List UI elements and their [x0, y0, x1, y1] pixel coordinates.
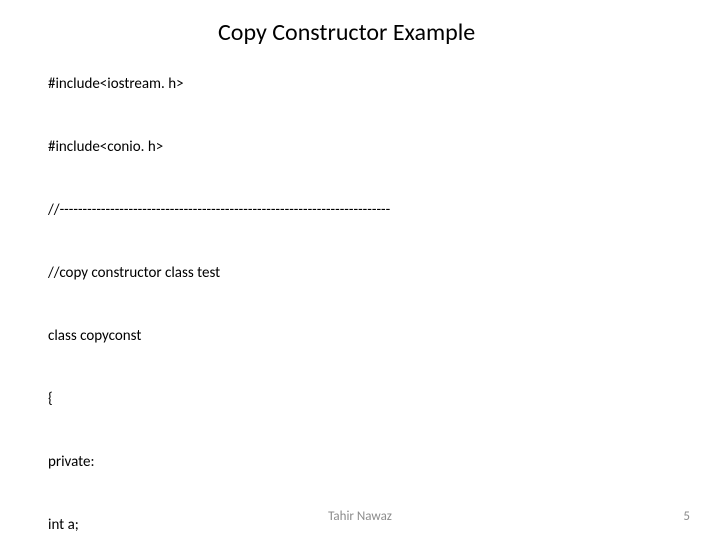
- code-line: {: [48, 389, 390, 410]
- footer-page-number: 5: [683, 509, 690, 524]
- footer-author: Tahir Nawaz: [0, 509, 720, 524]
- code-line: #include<conio. h>: [48, 137, 390, 158]
- code-line: //copy constructor class test: [48, 263, 390, 284]
- code-line: //--------------------------------------…: [48, 200, 390, 221]
- slide: Copy Constructor Example #include<iostre…: [0, 0, 720, 540]
- code-line: class copyconst: [48, 326, 390, 347]
- code-line: private:: [48, 452, 390, 473]
- code-block: #include<iostream. h> #include<conio. h>…: [48, 32, 390, 540]
- code-line: #include<iostream. h>: [48, 74, 390, 95]
